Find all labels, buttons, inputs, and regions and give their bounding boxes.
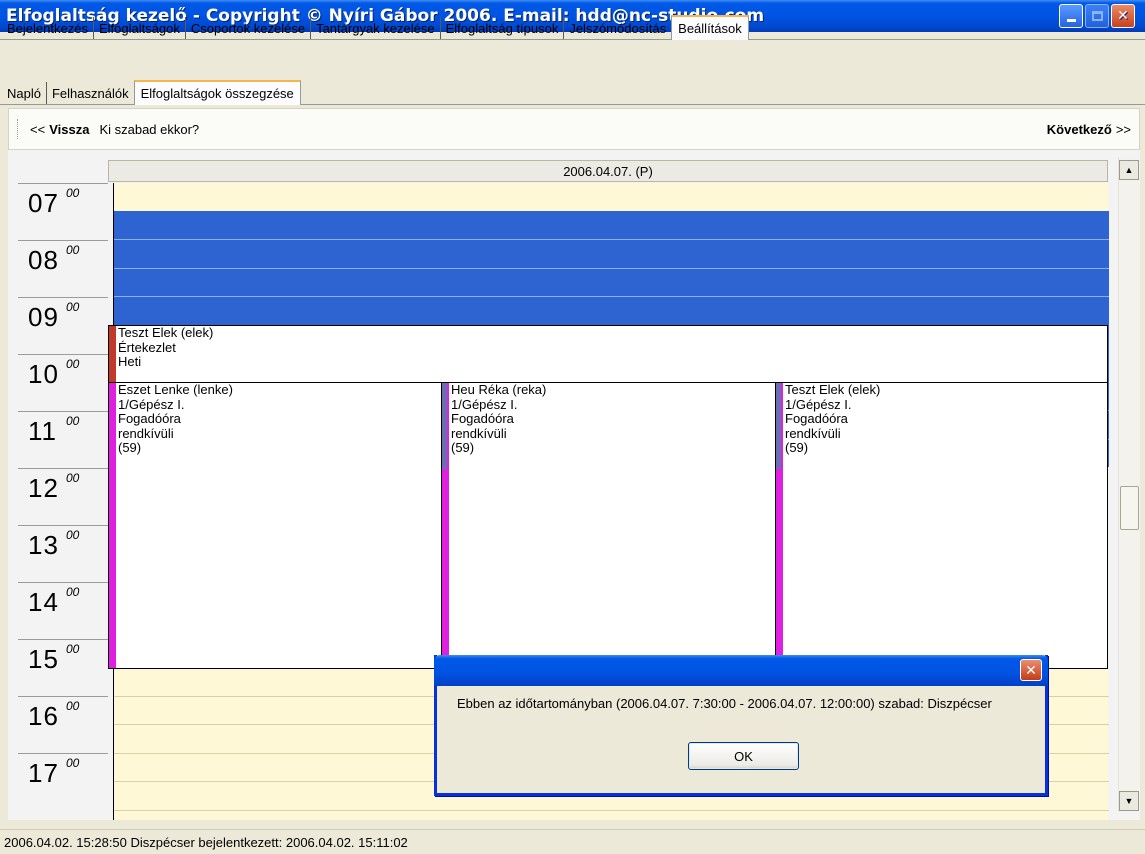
hour-minutes: 00 <box>66 528 80 542</box>
scroll-down-button[interactable]: ▼ <box>1119 791 1139 811</box>
tab-naplo[interactable]: Napló <box>2 82 46 104</box>
arrow-down-icon: ▼ <box>1124 796 1134 806</box>
sub-tab-strip: Napló Felhasználók Elfoglaltságok összeg… <box>0 80 1145 105</box>
event-col2[interactable]: Heu Réka (reka) 1/Gépész I. Fogadóóra re… <box>441 382 776 669</box>
event-line: Fogadóóra <box>118 411 181 426</box>
event-line: Eszet Lenke (lenke) <box>118 382 233 397</box>
hour-label: 11 00 <box>18 411 108 468</box>
back-label: Vissza <box>49 121 90 137</box>
hour-label: 07 00 <box>18 183 108 240</box>
busy-slot-line <box>114 296 1109 297</box>
hour-number: 12 <box>28 473 59 503</box>
hour-number: 17 <box>28 758 59 788</box>
hour-label: 13 00 <box>18 525 108 582</box>
event-color-bar <box>109 383 116 668</box>
hour-minutes: 00 <box>66 471 80 485</box>
hour-minutes: 00 <box>66 642 80 656</box>
busy-slot-line <box>114 239 1109 240</box>
hour-number: 11 <box>28 416 57 446</box>
event-line: rendkívüli <box>451 425 507 441</box>
event-line: Értekezlet <box>118 339 176 355</box>
hour-minutes: 00 <box>66 300 80 314</box>
tab-bejelentkezes[interactable]: Bejelentkezés <box>2 17 93 39</box>
event-line: Fogadóóra <box>451 411 514 426</box>
event-busy-indicator <box>442 383 447 469</box>
event-line: Teszt Elek (elek) <box>118 325 214 340</box>
tab-felhasznalok[interactable]: Felhasználók <box>45 82 134 104</box>
status-text: 2006.04.02. 15:28:50 Diszpécser bejelent… <box>4 834 408 850</box>
tab-jelszomodositas[interactable]: Jelszómódosítás <box>563 17 671 39</box>
free-query-label: Ki szabad ekkor? <box>99 121 200 137</box>
tab-elfoglaltsag-tipusok[interactable]: Elfoglaltság típusok <box>439 17 564 39</box>
event-col1[interactable]: Eszet Lenke (lenke) 1/Gépész I. Fogadóór… <box>108 382 442 669</box>
event-line: Fogadóóra <box>785 411 848 426</box>
tab-beallitasok[interactable]: Beállítások <box>671 15 749 40</box>
event-line: rendkívüli <box>785 425 841 441</box>
hour-label: 08 00 <box>18 240 108 297</box>
event-line: 1/Gépész I. <box>785 396 852 412</box>
hour-minutes: 00 <box>66 699 80 713</box>
hour-label: 15 00 <box>18 639 108 696</box>
scroll-up-button[interactable]: ▲ <box>1119 160 1139 180</box>
hour-minutes: 00 <box>66 414 80 428</box>
dialog-message: Ebben az időtartományban (2006.04.07. 7:… <box>457 696 992 711</box>
hour-number: 09 <box>28 302 59 332</box>
hour-label: 16 00 <box>18 696 108 753</box>
close-icon: ✕ <box>1025 661 1037 678</box>
hour-minutes: 00 <box>66 357 80 371</box>
next-button[interactable]: Következő >> <box>1047 122 1131 137</box>
hour-number: 07 <box>28 188 59 218</box>
event-busy-indicator <box>776 383 781 469</box>
hour-minutes: 00 <box>66 756 80 770</box>
tab-csoportok[interactable]: Csoportok kezelése <box>184 17 310 39</box>
event-line: 1/Gépész I. <box>451 396 518 412</box>
event-line: Heti <box>118 354 142 369</box>
hour-label: 12 00 <box>18 468 108 525</box>
back-arrows: << <box>30 121 46 137</box>
back-button[interactable]: << Vissza <box>30 122 89 137</box>
event-line: rendkívüli <box>118 425 174 441</box>
hour-label: 10 00 <box>18 354 108 411</box>
hour-label: 09 00 <box>18 297 108 354</box>
ok-button[interactable]: OK <box>688 742 799 770</box>
message-dialog: ✕ Ebben az időtartományban (2006.04.07. … <box>434 655 1048 796</box>
event-line: (59) <box>118 440 142 455</box>
next-label: Következő <box>1046 121 1112 137</box>
toolbar: << Vissza Ki szabad ekkor? Következő >> <box>8 108 1140 150</box>
tab-elfoglaltsagok-osszegzese[interactable]: Elfoglaltságok összegzése <box>133 80 301 105</box>
hour-number: 15 <box>28 644 59 674</box>
hour-minutes: 00 <box>66 585 80 599</box>
hour-minutes: 00 <box>66 243 80 257</box>
tab-tantargyak[interactable]: Tantárgyak kezelése <box>310 17 440 39</box>
toolbar-grip[interactable] <box>17 119 20 139</box>
hour-number: 14 <box>28 587 59 617</box>
event-line: Heu Réka (reka) <box>451 382 547 397</box>
hour-label: 17 00 <box>18 753 108 810</box>
status-bar: 2006.04.02. 15:28:50 Diszpécser bejelent… <box>0 829 1145 854</box>
date-header[interactable]: 2006.04.07. (P) <box>108 160 1108 182</box>
event-line: 1/Gépész I. <box>118 396 185 412</box>
next-arrows: >> <box>1115 121 1131 137</box>
busy-slot-line <box>114 268 1109 269</box>
hour-number: 13 <box>28 530 59 560</box>
hour-number: 08 <box>28 245 59 275</box>
event-line: Teszt Elek (elek) <box>785 382 881 397</box>
slot-line <box>114 810 1109 811</box>
hour-number: 16 <box>28 701 59 731</box>
hour-minutes: 00 <box>66 186 80 200</box>
vertical-scrollbar[interactable]: ▲ ▼ <box>1118 157 1139 812</box>
scroll-thumb[interactable] <box>1120 486 1139 530</box>
event-meeting[interactable]: Teszt Elek (elek) Értekezlet Heti <box>108 325 1108 383</box>
dialog-titlebar[interactable]: ✕ <box>434 655 1048 686</box>
event-line: (59) <box>785 440 809 455</box>
event-line: (59) <box>451 440 475 455</box>
hour-label: 14 00 <box>18 582 108 639</box>
event-col3[interactable]: Teszt Elek (elek) 1/Gépész I. Fogadóóra … <box>775 382 1108 669</box>
arrow-up-icon: ▲ <box>1124 165 1134 175</box>
main-tab-strip: Bejelentkezés Elfoglaltságok Csoportok k… <box>0 15 1145 40</box>
dialog-close-button[interactable]: ✕ <box>1020 659 1042 681</box>
hour-number: 10 <box>28 359 59 389</box>
event-color-bar <box>109 326 116 382</box>
tab-elfoglaltsagok[interactable]: Elfoglaltságok <box>92 17 185 39</box>
